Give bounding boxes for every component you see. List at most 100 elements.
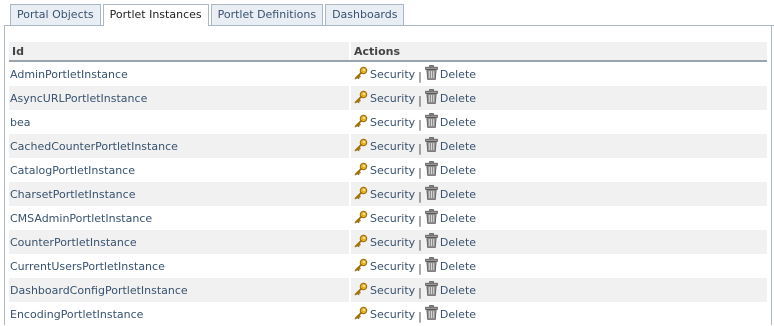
- delete-link[interactable]: Delete: [425, 209, 476, 227]
- key-icon: [354, 114, 368, 131]
- trash-icon: [425, 113, 438, 131]
- security-link[interactable]: Security: [354, 138, 415, 155]
- delete-link[interactable]: Delete: [425, 65, 476, 83]
- instance-id-link[interactable]: CharsetPortletInstance: [10, 188, 135, 201]
- action-separator: |: [418, 190, 422, 203]
- trash-icon: [425, 257, 438, 275]
- security-link[interactable]: Security: [354, 306, 415, 323]
- delete-label: Delete: [439, 163, 477, 177]
- security-link[interactable]: Security: [354, 282, 415, 299]
- security-link[interactable]: Security: [354, 66, 415, 83]
- instance-id-link[interactable]: CatalogPortletInstance: [10, 164, 135, 177]
- table-row: CharsetPortletInstance Security | Delete: [9, 182, 767, 206]
- table-row: CounterPortletInstance Security | Delete: [9, 230, 767, 254]
- delete-label: Delete: [439, 283, 477, 297]
- action-separator: |: [418, 310, 422, 323]
- actions-cell: Security | Delete: [349, 302, 767, 326]
- actions-cell: Security | Delete: [349, 61, 767, 86]
- trash-icon: [425, 137, 438, 155]
- trash-icon: [425, 185, 438, 203]
- instance-id-cell: CharsetPortletInstance: [9, 182, 350, 206]
- delete-link[interactable]: Delete: [425, 185, 476, 203]
- action-separator: |: [418, 118, 422, 131]
- action-separator: |: [418, 262, 422, 275]
- delete-label: Delete: [439, 211, 477, 225]
- instance-id-link[interactable]: AdminPortletInstance: [10, 68, 128, 81]
- delete-label: Delete: [439, 307, 477, 321]
- security-link[interactable]: Security: [354, 258, 415, 275]
- security-link[interactable]: Security: [354, 186, 415, 203]
- instance-id-link[interactable]: DashboardConfigPortletInstance: [10, 284, 188, 297]
- action-separator: |: [418, 238, 422, 251]
- delete-link[interactable]: Delete: [425, 113, 476, 131]
- tab-portlet-instances[interactable]: Portlet Instances: [102, 4, 209, 26]
- security-label: Security: [370, 140, 416, 153]
- table-row: bea Security | Delete: [9, 110, 767, 134]
- instance-id-link[interactable]: CounterPortletInstance: [10, 236, 137, 249]
- trash-icon: [425, 65, 438, 83]
- delete-link[interactable]: Delete: [425, 281, 476, 299]
- delete-link[interactable]: Delete: [425, 305, 476, 323]
- key-icon: [354, 210, 368, 227]
- delete-label: Delete: [439, 67, 477, 81]
- column-header-id: Id: [9, 42, 350, 62]
- instance-id-cell: CatalogPortletInstance: [9, 158, 350, 182]
- actions-cell: Security | Delete: [349, 278, 767, 302]
- instance-id-link[interactable]: CurrentUsersPortletInstance: [10, 260, 165, 273]
- table-header-row: Id Actions: [9, 42, 767, 62]
- security-link[interactable]: Security: [354, 234, 415, 251]
- instance-id-link[interactable]: EncodingPortletInstance: [10, 308, 143, 321]
- tab-portlet-definitions[interactable]: Portlet Definitions: [210, 4, 324, 25]
- delete-label: Delete: [439, 259, 477, 273]
- delete-link[interactable]: Delete: [425, 89, 476, 107]
- delete-link[interactable]: Delete: [425, 257, 476, 275]
- instance-id-link[interactable]: bea: [10, 116, 31, 129]
- table-row: AsyncURLPortletInstance Security | Delete: [9, 86, 767, 110]
- trash-icon: [425, 161, 438, 179]
- key-icon: [354, 282, 368, 299]
- instance-id-cell: CachedCounterPortletInstance: [9, 134, 350, 158]
- table-row: CMSAdminPortletInstance Security | Delete: [9, 206, 767, 230]
- trash-icon: [425, 209, 438, 227]
- table-row: CachedCounterPortletInstance Security | Del…: [9, 134, 767, 158]
- security-link[interactable]: Security: [354, 210, 415, 227]
- trash-icon: [425, 305, 438, 323]
- table-row: CatalogPortletInstance Security | Delete: [9, 158, 767, 182]
- instance-id-link[interactable]: CachedCounterPortletInstance: [10, 140, 178, 153]
- security-label: Security: [370, 116, 416, 129]
- instance-id-cell: DashboardConfigPortletInstance: [9, 278, 350, 302]
- key-icon: [354, 66, 368, 83]
- actions-cell: Security | Delete: [349, 86, 767, 110]
- instance-id-link[interactable]: CMSAdminPortletInstance: [10, 212, 152, 225]
- instance-id-cell: CurrentUsersPortletInstance: [9, 254, 350, 278]
- action-separator: |: [418, 214, 422, 227]
- key-icon: [354, 162, 368, 179]
- delete-label: Delete: [439, 115, 477, 129]
- actions-cell: Security | Delete: [349, 254, 767, 278]
- security-label: Security: [370, 212, 416, 225]
- security-link[interactable]: Security: [354, 162, 415, 179]
- delete-label: Delete: [439, 235, 477, 249]
- security-label: Security: [370, 284, 416, 297]
- security-link[interactable]: Security: [354, 114, 415, 131]
- delete-link[interactable]: Delete: [425, 161, 476, 179]
- security-label: Security: [370, 92, 416, 105]
- instance-id-link[interactable]: AsyncURLPortletInstance: [10, 92, 147, 105]
- delete-label: Delete: [439, 139, 477, 153]
- table-row: CurrentUsersPortletInstance Security | Dele…: [9, 254, 767, 278]
- portlet-instances-table: Id Actions AdminPortletInstance Security |…: [9, 42, 767, 326]
- delete-link[interactable]: Delete: [425, 137, 476, 155]
- security-label: Security: [370, 236, 416, 249]
- trash-icon: [425, 233, 438, 251]
- actions-cell: Security | Delete: [349, 230, 767, 254]
- trash-icon: [425, 281, 438, 299]
- delete-label: Delete: [439, 91, 477, 105]
- actions-cell: Security | Delete: [349, 158, 767, 182]
- key-icon: [354, 186, 368, 203]
- tab-dashboards[interactable]: Dashboards: [325, 4, 405, 25]
- tab-portal-objects[interactable]: Portal Objects: [10, 4, 101, 25]
- tab-bar: Portal Objects Portlet Instances Portlet…: [10, 4, 406, 26]
- table-row: EncodingPortletInstance Security | Delete: [9, 302, 767, 326]
- delete-link[interactable]: Delete: [425, 233, 476, 251]
- security-link[interactable]: Security: [354, 90, 415, 107]
